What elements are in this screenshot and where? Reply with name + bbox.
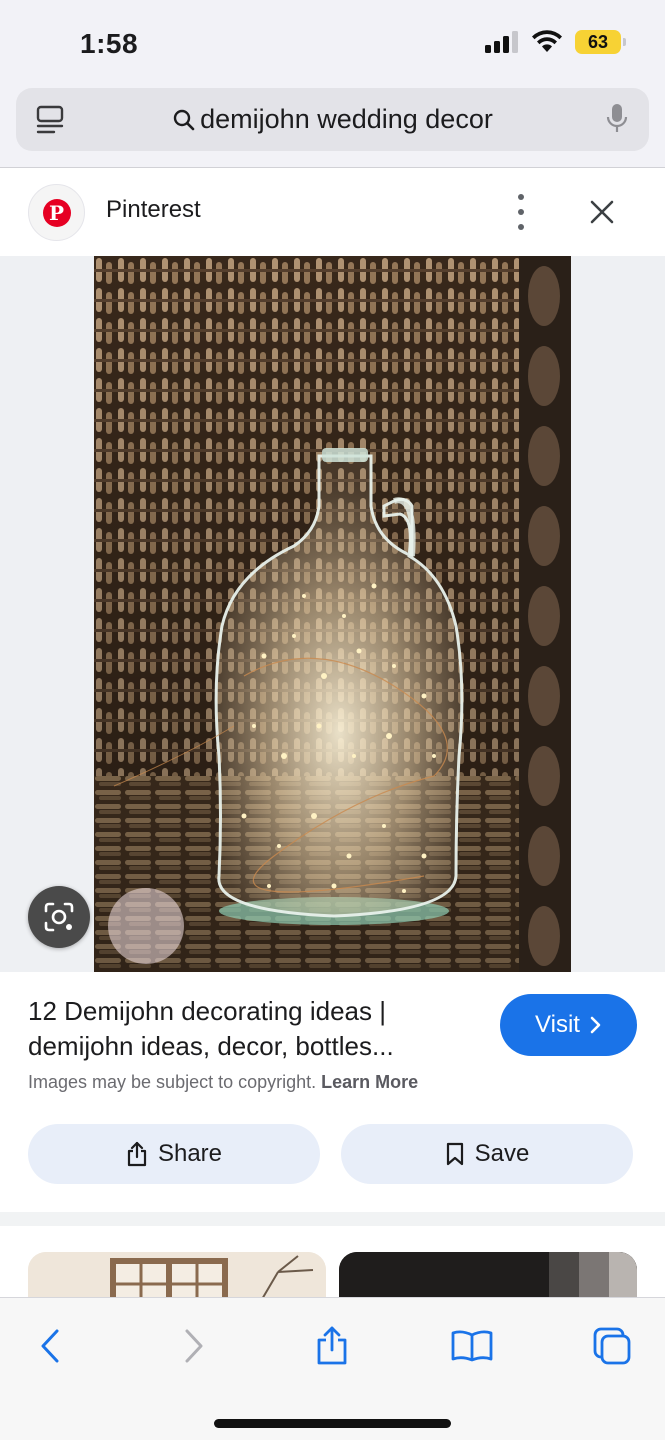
bookmarks-button[interactable] bbox=[450, 1324, 494, 1368]
visit-label: Visit bbox=[535, 1011, 580, 1038]
save-button[interactable]: Save bbox=[341, 1124, 633, 1184]
related-images bbox=[0, 1226, 665, 1306]
google-lens-icon[interactable] bbox=[28, 886, 90, 948]
battery-indicator: 63 bbox=[575, 30, 626, 54]
result-title[interactable]: 12 Demijohn decorating ideas | demijohn … bbox=[28, 994, 468, 1064]
browser-toolbar bbox=[0, 1297, 665, 1440]
save-label: Save bbox=[474, 1140, 530, 1167]
back-button[interactable] bbox=[28, 1324, 72, 1368]
learn-more-link[interactable]: Learn More bbox=[321, 1072, 418, 1092]
pinterest-p-icon: P bbox=[42, 198, 71, 227]
microphone-icon[interactable] bbox=[605, 102, 629, 136]
forward-arrow-icon bbox=[185, 1329, 203, 1363]
copyright-notice: Images may be subject to copyright. Lear… bbox=[28, 1072, 418, 1093]
share-button[interactable]: Share bbox=[28, 1124, 320, 1184]
result-image[interactable] bbox=[94, 256, 571, 972]
status-time: 1:58 bbox=[80, 28, 139, 59]
signal-icon bbox=[485, 31, 518, 53]
tabs-button[interactable] bbox=[590, 1324, 634, 1368]
wifi-icon bbox=[532, 30, 562, 52]
bookmark-icon bbox=[446, 1142, 463, 1166]
result-info: 12 Demijohn decorating ideas | demijohn … bbox=[0, 972, 665, 1212]
status-bar: 1:58 63 bbox=[0, 0, 665, 88]
copyright-text: Images may be subject to copyright. bbox=[28, 1072, 317, 1092]
search-bar[interactable]: demijohn wedding decor bbox=[16, 88, 649, 151]
home-indicator bbox=[214, 1419, 451, 1428]
search-query: demijohn wedding decor bbox=[200, 104, 493, 134]
book-icon bbox=[451, 1330, 493, 1362]
tabs-icon bbox=[593, 1327, 631, 1365]
source-name[interactable]: Pinterest bbox=[106, 196, 201, 224]
toolbar-share-button[interactable] bbox=[310, 1324, 354, 1368]
source-header: P Pinterest bbox=[0, 168, 665, 256]
search-icon bbox=[173, 109, 195, 130]
share-label: Share bbox=[157, 1140, 223, 1167]
section-gap bbox=[0, 1212, 665, 1226]
back-arrow-icon bbox=[41, 1329, 59, 1363]
forward-button[interactable] bbox=[172, 1324, 216, 1368]
chevron-right-icon bbox=[590, 1016, 601, 1034]
visit-button[interactable]: Visit bbox=[500, 994, 637, 1056]
status-icons: 63 bbox=[485, 30, 626, 54]
pinterest-logo[interactable]: P bbox=[28, 184, 85, 241]
search-query-wrap[interactable]: demijohn wedding decor bbox=[16, 104, 649, 135]
lens-glyph bbox=[44, 902, 74, 932]
share-icon bbox=[127, 1141, 147, 1167]
demijohn-fairy-lights-photo bbox=[94, 256, 571, 972]
address-bar-container: demijohn wedding decor bbox=[0, 88, 665, 168]
safari-page: 1:58 63 demijohn wedding decor P Pintere… bbox=[0, 0, 665, 1440]
share-icon bbox=[317, 1326, 347, 1365]
image-viewer bbox=[0, 256, 665, 972]
close-icon[interactable] bbox=[588, 198, 616, 226]
more-vertical-icon[interactable] bbox=[508, 194, 534, 230]
